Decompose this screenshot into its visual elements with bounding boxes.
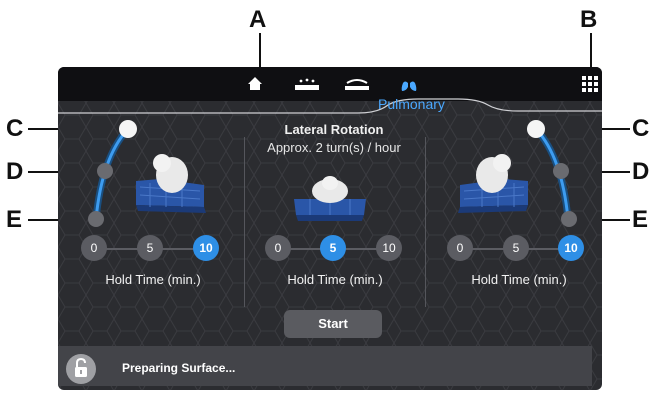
divider-right (425, 137, 426, 307)
left-angle-mid-knob[interactable] (97, 163, 113, 179)
left-angle-min-knob[interactable] (88, 211, 104, 227)
divider-left (244, 137, 245, 307)
bed-surface-icon[interactable] (293, 77, 321, 96)
right-hold-option-0[interactable]: 0 (447, 235, 473, 261)
start-button[interactable]: Start (284, 310, 382, 338)
patient-supine-illustration (294, 176, 366, 221)
left-hold-option-0[interactable]: 0 (81, 235, 107, 261)
callout-a: A (249, 6, 267, 33)
callout-b-line (590, 33, 592, 69)
patient-tilt-right-illustration (458, 154, 528, 213)
topbar-swoosh (58, 98, 602, 114)
left-hold-option-10[interactable]: 10 (193, 235, 219, 261)
status-text: Preparing Surface... (122, 361, 236, 375)
callout-a-line (259, 33, 261, 69)
callout-c-left: C (6, 115, 24, 142)
callout-d-left: D (6, 158, 24, 185)
grid-menu-icon[interactable] (582, 76, 598, 97)
callout-e-left: E (6, 206, 23, 233)
center-hold-label: Hold Time (min.) (287, 272, 383, 287)
right-angle-min-knob[interactable] (561, 211, 577, 227)
rotation-icon[interactable] (343, 77, 371, 96)
patient-tilt-left-illustration (136, 154, 206, 213)
left-hold-label: Hold Time (min.) (105, 272, 201, 287)
right-hold-option-5[interactable]: 5 (503, 235, 529, 261)
rotation-rate: Approx. 2 turn(s) / hour (267, 140, 401, 155)
right-hold-label: Hold Time (min.) (471, 272, 567, 287)
callout-d-right: D (632, 158, 650, 185)
right-angle-mid-knob[interactable] (553, 163, 569, 179)
left-angle-max-knob[interactable] (119, 120, 137, 138)
callout-e-right: E (632, 206, 649, 233)
callout-c-right: C (632, 115, 650, 142)
center-hold-option-5[interactable]: 5 (320, 235, 346, 261)
unlock-icon[interactable] (66, 354, 96, 384)
top-navigation-bar (58, 67, 602, 101)
home-icon[interactable] (247, 76, 263, 96)
device-screen: Pulmonary Lateral Rotation Approx. 2 tur… (58, 67, 602, 390)
center-hold-option-10[interactable]: 10 (376, 235, 402, 261)
page-title: Lateral Rotation (284, 122, 384, 137)
left-hold-option-5[interactable]: 5 (137, 235, 163, 261)
center-hold-option-0[interactable]: 0 (265, 235, 291, 261)
right-hold-option-10[interactable]: 10 (558, 235, 584, 261)
active-tab-label: Pulmonary (378, 96, 445, 112)
callout-b: B (580, 6, 598, 33)
right-angle-max-knob[interactable] (527, 120, 545, 138)
